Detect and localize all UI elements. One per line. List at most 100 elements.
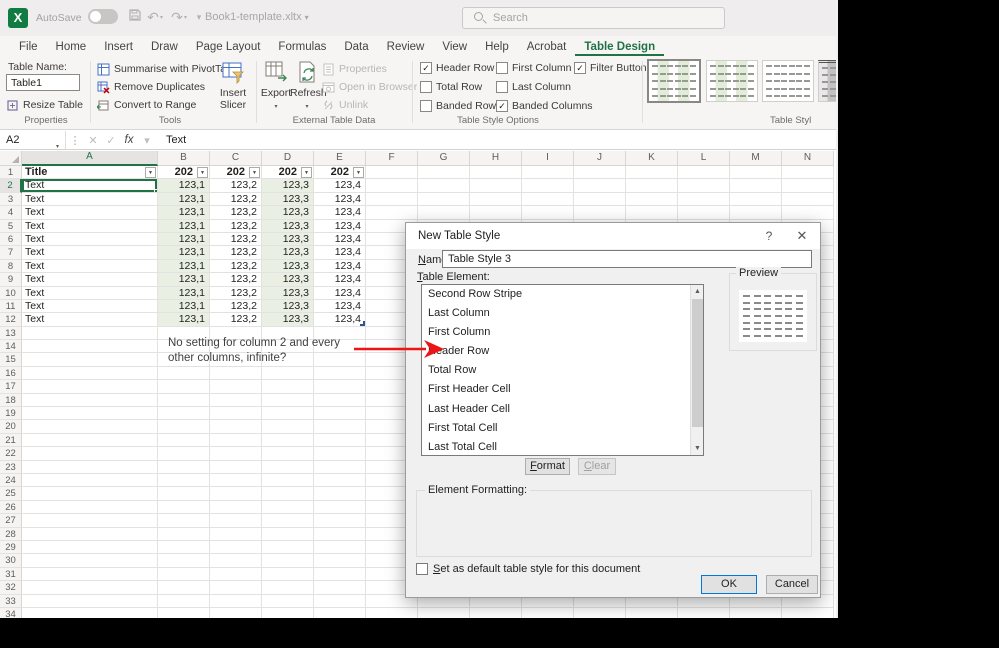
column-header-H[interactable]: H bbox=[470, 151, 522, 166]
list-item-header-row[interactable]: Header Row bbox=[422, 342, 703, 361]
cell-E23[interactable] bbox=[314, 460, 366, 474]
row-header-9[interactable]: 9 bbox=[0, 273, 22, 287]
cell-B5[interactable]: 123,1 bbox=[158, 219, 210, 233]
cell-L4[interactable] bbox=[678, 206, 730, 220]
cell-E20[interactable] bbox=[314, 420, 366, 434]
cell-M2[interactable] bbox=[730, 179, 782, 193]
cell-A21[interactable] bbox=[22, 433, 158, 448]
checkbox-row-banded-rows[interactable]: Banded Rows bbox=[420, 99, 501, 113]
dialog-help-icon[interactable]: ? bbox=[762, 229, 776, 243]
cell-E6[interactable]: 123,4 bbox=[314, 232, 366, 247]
cell-J34[interactable] bbox=[574, 607, 626, 618]
tab-help[interactable]: Help bbox=[476, 38, 518, 56]
cell-D3[interactable]: 123,3 bbox=[262, 192, 314, 207]
cell-D16[interactable] bbox=[262, 366, 314, 381]
cell-C7[interactable]: 123,2 bbox=[210, 246, 262, 260]
cell-N4[interactable] bbox=[782, 206, 834, 220]
cell-B2[interactable]: 123,1 bbox=[158, 179, 210, 193]
row-header-28[interactable]: 28 bbox=[0, 527, 22, 541]
cell-E26[interactable] bbox=[314, 500, 366, 515]
list-item-first-total-cell[interactable]: First Total Cell bbox=[422, 419, 703, 438]
cell-D20[interactable] bbox=[262, 420, 314, 434]
cell-D2[interactable]: 123,3 bbox=[262, 179, 314, 193]
cell-N34[interactable] bbox=[782, 607, 834, 618]
cell-D26[interactable] bbox=[262, 500, 314, 515]
column-header-G[interactable]: G bbox=[418, 151, 470, 166]
resize-table-button[interactable]: Resize Table bbox=[6, 97, 83, 113]
cell-A16[interactable] bbox=[22, 366, 158, 381]
row-header-7[interactable]: 7 bbox=[0, 246, 22, 260]
cell-A2[interactable]: Text bbox=[22, 179, 158, 193]
cell-D34[interactable] bbox=[262, 607, 314, 618]
cell-C4[interactable]: 123,2 bbox=[210, 206, 262, 220]
row-header-16[interactable]: 16 bbox=[0, 366, 22, 381]
cell-E34[interactable] bbox=[314, 607, 366, 618]
cell-E2[interactable]: 123,4 bbox=[314, 179, 366, 193]
tab-review[interactable]: Review bbox=[378, 38, 434, 56]
cell-H3[interactable] bbox=[470, 192, 522, 207]
checkbox-checked-icon[interactable]: ✓ bbox=[496, 100, 508, 112]
cell-E10[interactable]: 123,4 bbox=[314, 286, 366, 300]
cell-L3[interactable] bbox=[678, 192, 730, 207]
cell-E28[interactable] bbox=[314, 527, 366, 541]
cell-B29[interactable] bbox=[158, 540, 210, 555]
cell-A26[interactable] bbox=[22, 500, 158, 515]
cell-M1[interactable] bbox=[730, 166, 782, 180]
cell-C25[interactable] bbox=[210, 487, 262, 501]
cell-D7[interactable]: 123,3 bbox=[262, 246, 314, 260]
cell-D32[interactable] bbox=[262, 581, 314, 595]
cell-A24[interactable] bbox=[22, 473, 158, 488]
row-header-18[interactable]: 18 bbox=[0, 393, 22, 408]
row-header-31[interactable]: 31 bbox=[0, 567, 22, 582]
cell-E1[interactable]: 202 ▼ bbox=[314, 166, 366, 180]
cell-B1[interactable]: 202 ▼ bbox=[158, 166, 210, 180]
cancel-button[interactable]: Cancel bbox=[766, 575, 818, 594]
row-header-12[interactable]: 12 bbox=[0, 313, 22, 327]
row-header-15[interactable]: 15 bbox=[0, 353, 22, 367]
cell-B8[interactable]: 123,1 bbox=[158, 259, 210, 274]
cell-A33[interactable] bbox=[22, 594, 158, 608]
cell-A19[interactable] bbox=[22, 407, 158, 421]
cancel-entry-icon[interactable]: ✕ bbox=[84, 134, 102, 147]
cell-E9[interactable]: 123,4 bbox=[314, 273, 366, 287]
row-header-17[interactable]: 17 bbox=[0, 380, 22, 394]
checkbox-checked-icon[interactable]: ✓ bbox=[420, 62, 432, 74]
table-style-swatch-1[interactable] bbox=[647, 59, 701, 103]
table-style-swatch-2[interactable] bbox=[706, 60, 758, 102]
row-header-5[interactable]: 5 bbox=[0, 219, 22, 233]
cell-B25[interactable] bbox=[158, 487, 210, 501]
row-header-29[interactable]: 29 bbox=[0, 540, 22, 555]
cell-A32[interactable] bbox=[22, 581, 158, 595]
cell-A8[interactable]: Text bbox=[22, 259, 158, 274]
cell-A27[interactable] bbox=[22, 514, 158, 528]
cell-C19[interactable] bbox=[210, 407, 262, 421]
cell-C33[interactable] bbox=[210, 594, 262, 608]
row-header-8[interactable]: 8 bbox=[0, 259, 22, 274]
cell-B3[interactable]: 123,1 bbox=[158, 192, 210, 207]
row-header-1[interactable]: 1 bbox=[0, 166, 22, 180]
table-style-swatch-3[interactable] bbox=[762, 60, 814, 102]
row-header-27[interactable]: 27 bbox=[0, 514, 22, 528]
cell-H2[interactable] bbox=[470, 179, 522, 193]
cell-D4[interactable]: 123,3 bbox=[262, 206, 314, 220]
set-default-row[interactable]: Set as default table style for this docu… bbox=[416, 563, 640, 575]
cell-B18[interactable] bbox=[158, 393, 210, 408]
cell-E30[interactable] bbox=[314, 554, 366, 568]
cell-I3[interactable] bbox=[522, 192, 574, 207]
column-header-F[interactable]: F bbox=[366, 151, 418, 166]
cell-G2[interactable] bbox=[418, 179, 470, 193]
cell-B20[interactable] bbox=[158, 420, 210, 434]
cell-J2[interactable] bbox=[574, 179, 626, 193]
cell-C23[interactable] bbox=[210, 460, 262, 474]
cell-A29[interactable] bbox=[22, 540, 158, 555]
tab-draw[interactable]: Draw bbox=[142, 38, 187, 56]
cell-F1[interactable] bbox=[366, 166, 418, 180]
cell-C9[interactable]: 123,2 bbox=[210, 273, 262, 287]
row-header-19[interactable]: 19 bbox=[0, 407, 22, 421]
name-box[interactable]: A2 ▾ bbox=[0, 131, 66, 150]
row-header-25[interactable]: 25 bbox=[0, 487, 22, 501]
cell-B17[interactable] bbox=[158, 380, 210, 394]
list-item-first-header-cell[interactable]: First Header Cell bbox=[422, 380, 703, 399]
column-header-N[interactable]: N bbox=[782, 151, 834, 166]
cell-E11[interactable]: 123,4 bbox=[314, 299, 366, 314]
